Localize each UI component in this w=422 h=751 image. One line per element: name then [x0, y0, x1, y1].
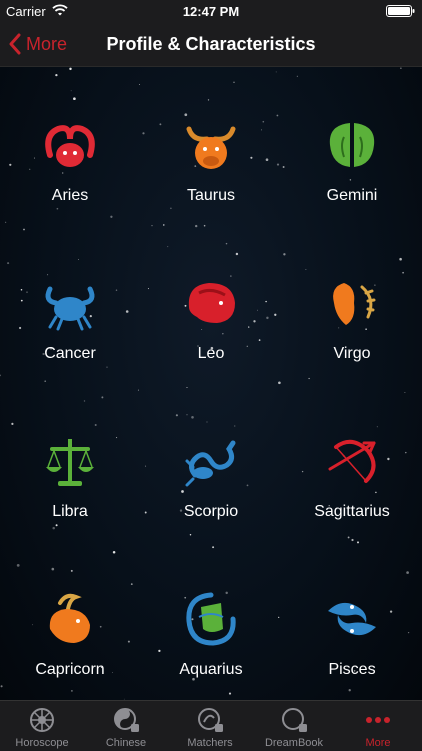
sagittarius-icon: [328, 439, 376, 483]
navigation-bar: More Profile & Characteristics: [0, 22, 422, 67]
sign-label: Aries: [51, 187, 89, 204]
sign-label: Capricorn: [35, 661, 105, 678]
sign-label: Taurus: [186, 187, 236, 204]
tab-label: Chinese: [105, 737, 147, 749]
tab-matchers[interactable]: Matchers: [168, 701, 252, 751]
zodiac-wheel-icon: [30, 708, 54, 732]
sign-label: Pisces: [328, 661, 376, 678]
sign-label: Leo: [197, 345, 225, 362]
tab-chinese[interactable]: Chinese: [84, 701, 168, 751]
sign-pisces[interactable]: Pisces: [282, 541, 422, 699]
sign-taurus[interactable]: Taurus: [141, 67, 281, 225]
moon-icon: [282, 708, 307, 732]
scorpio-icon: [185, 440, 236, 487]
tab-horoscope[interactable]: Horoscope: [0, 701, 84, 751]
sign-sagittarius[interactable]: Sagittarius: [282, 383, 422, 541]
tab-label: Matchers: [187, 737, 233, 749]
tab-dreambook[interactable]: DreamBook: [252, 701, 336, 751]
clock: 12:47 PM: [182, 4, 240, 19]
aries-icon: [45, 125, 95, 167]
sign-gemini[interactable]: Gemini: [282, 67, 422, 225]
tab-label: More: [365, 737, 391, 749]
sign-aquarius[interactable]: Aquarius: [141, 541, 281, 699]
more-dots-icon: [366, 717, 390, 723]
tab-bar: Horoscope Chinese Matchers DreamBook Mor…: [0, 700, 422, 751]
virgo-icon: [333, 283, 376, 325]
battery-icon: [386, 5, 415, 17]
capricorn-icon: [49, 593, 90, 643]
libra-icon: [46, 439, 94, 486]
zodiac-grid: Aries Taurus Gemini Cancer Leo Virgo Lib…: [0, 67, 422, 700]
sign-capricorn[interactable]: Capricorn: [0, 541, 140, 699]
cancer-icon: [45, 286, 95, 331]
tab-label: DreamBook: [264, 737, 324, 749]
sign-label: Libra: [52, 503, 88, 520]
sign-cancer[interactable]: Cancer: [0, 225, 140, 383]
sign-virgo[interactable]: Virgo: [282, 225, 422, 383]
sign-label: Aquarius: [179, 661, 243, 678]
sign-leo[interactable]: Leo: [141, 225, 281, 383]
sign-label: Scorpio: [183, 503, 239, 520]
yin-yang-icon: [114, 708, 139, 732]
status-bar: Carrier 12:47 PM: [0, 0, 422, 22]
taurus-icon: [186, 126, 236, 169]
sign-scorpio[interactable]: Scorpio: [141, 383, 281, 541]
sign-libra[interactable]: Libra: [0, 383, 140, 541]
sign-aries[interactable]: Aries: [0, 67, 140, 225]
pisces-icon: [328, 602, 376, 636]
tab-label: Horoscope: [15, 737, 69, 749]
sign-label: Virgo: [333, 345, 371, 362]
gemini-icon: [329, 123, 375, 167]
page-title: Profile & Characteristics: [106, 34, 316, 54]
matchers-icon: [198, 708, 223, 732]
sign-label: Gemini: [326, 187, 378, 204]
aquarius-icon: [186, 592, 236, 646]
sign-label: Sagittarius: [314, 503, 390, 520]
leo-icon: [188, 283, 235, 323]
tab-more[interactable]: More: [336, 701, 420, 751]
sign-label: Cancer: [44, 345, 96, 362]
